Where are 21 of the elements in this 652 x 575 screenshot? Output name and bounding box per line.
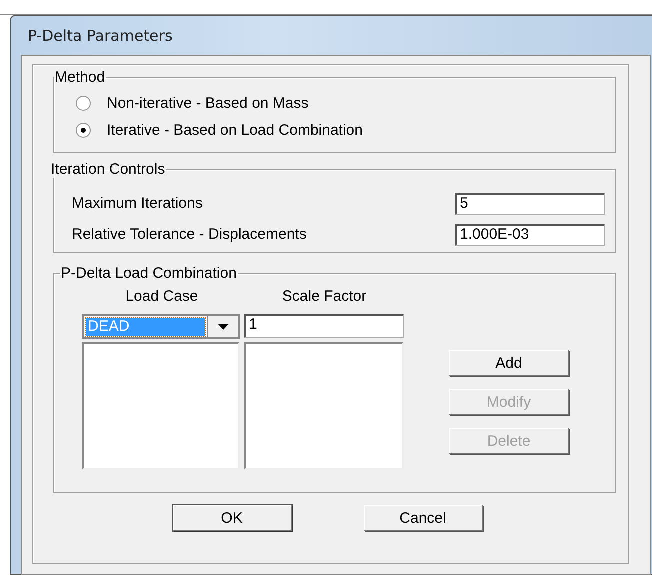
radio-label[interactable]: Non-iterative - Based on Mass	[107, 95, 309, 112]
group-title: P-Delta Load Combination	[60, 265, 238, 282]
group-title: Method	[54, 69, 106, 86]
scale-factor-field[interactable]: 1	[244, 314, 404, 338]
action-button[interactable]: Add	[449, 350, 569, 376]
column-header: Load Case	[124, 288, 200, 304]
input-field[interactable]: 1.000E-03	[455, 224, 605, 246]
dialog-button[interactable]: Cancel	[364, 505, 482, 531]
radio-button[interactable]	[76, 96, 91, 111]
radio-button[interactable]	[76, 123, 91, 138]
column-header: Scale Factor	[281, 288, 368, 304]
field-label: Relative Tolerance - Displacements	[72, 226, 307, 243]
dialog-button[interactable]: OK	[172, 505, 292, 531]
group-title: Iteration Controls	[50, 161, 166, 178]
list-box[interactable]	[244, 342, 404, 470]
radio-label[interactable]: Iterative - Based on Load Combination	[107, 122, 363, 139]
field-label: Maximum Iterations	[72, 195, 203, 212]
input-field[interactable]: 5	[455, 192, 605, 214]
caret-icon	[218, 324, 228, 330]
window-title: P-Delta Parameters	[28, 26, 173, 44]
list-box[interactable]	[82, 342, 240, 470]
